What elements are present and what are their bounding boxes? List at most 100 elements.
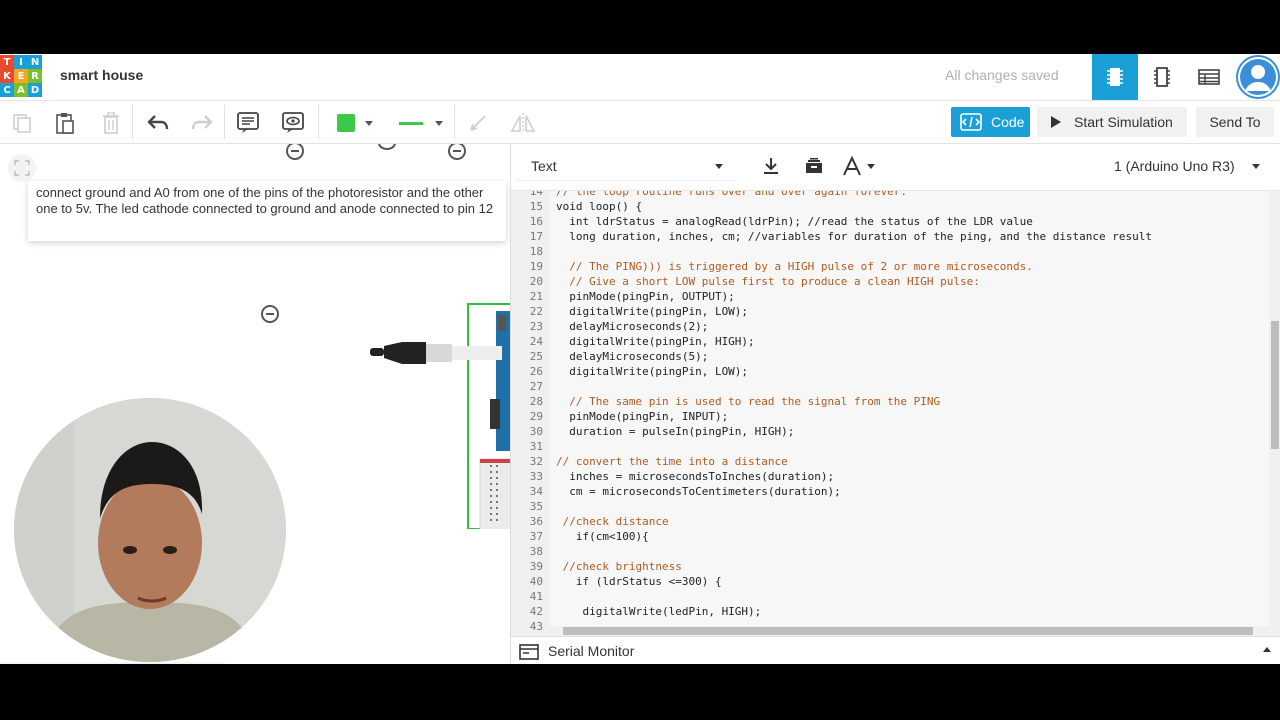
code-line[interactable]: 18 (511, 244, 1269, 259)
download-code-button[interactable] (759, 153, 783, 179)
fit-view-button[interactable] (8, 154, 36, 182)
code-text: delayMicroseconds(2); (556, 320, 709, 333)
code-editor[interactable]: 14 // the loop routine runs over and over… (511, 191, 1269, 636)
wire-color-picker[interactable] (330, 110, 380, 136)
code-text: if (ldrStatus <=300) { (556, 575, 722, 588)
line-number: 27 (529, 380, 543, 393)
code-line[interactable]: 16 int ldrStatus = analogRead(ldrPin); /… (511, 214, 1269, 229)
logo-letter: T (0, 55, 14, 69)
chevron-down-icon (867, 163, 875, 169)
code-line[interactable]: 17 long duration, inches, cm; //variable… (511, 229, 1269, 244)
project-title[interactable]: smart house (60, 67, 143, 83)
delete-button[interactable] (98, 110, 124, 136)
toolbar-divider (224, 105, 225, 139)
code-line[interactable]: 41 (511, 589, 1269, 604)
circuit-view-button[interactable] (1092, 54, 1138, 100)
serial-monitor-bar[interactable]: Serial Monitor (511, 636, 1280, 664)
redo-icon (191, 115, 213, 130)
code-line[interactable]: 29 pinMode(pingPin, INPUT); (511, 409, 1269, 424)
code-mode-select[interactable]: Text (517, 151, 737, 181)
send-to-button[interactable]: Send To (1196, 107, 1274, 137)
circuit-note[interactable]: connect ground and A0 from one of the pi… (28, 181, 506, 241)
code-line[interactable]: 25 delayMicroseconds(5); (511, 349, 1269, 364)
code-text: delayMicroseconds(5); (556, 350, 709, 363)
code-line[interactable]: 30 duration = pulseIn(pingPin, HIGH); (511, 424, 1269, 439)
vertical-scroll-thumb[interactable] (1271, 321, 1279, 449)
code-line[interactable]: 33 inches = microsecondsToInches(duratio… (511, 469, 1269, 484)
rotate-button[interactable] (465, 110, 491, 136)
paste-button[interactable] (52, 110, 78, 136)
code-line[interactable]: 28 // The same pin is used to read the s… (511, 394, 1269, 409)
code-line[interactable]: 19 // The PING))) is triggered by a HIGH… (511, 259, 1269, 274)
serial-monitor-icon (519, 644, 539, 660)
code-line[interactable]: 39 //check brightness (511, 559, 1269, 574)
code-button[interactable]: Code (951, 107, 1030, 137)
line-number: 39 (529, 560, 543, 573)
device-select[interactable]: 1 (Arduino Uno R3) (1099, 151, 1274, 181)
vertical-scrollbar[interactable] (1269, 191, 1280, 636)
user-icon (1238, 57, 1278, 97)
line-number: 37 (529, 530, 543, 543)
code-line[interactable]: 32 // convert the time into a distance (511, 454, 1269, 469)
code-panel-header: Text 1 (Arduino Uno R3) (511, 144, 1280, 191)
code-line[interactable]: 22 digitalWrite(pingPin, LOW); (511, 304, 1269, 319)
toggle-notes-visibility-button[interactable] (280, 110, 306, 136)
line-number: 15 (529, 200, 543, 213)
start-simulation-button[interactable]: Start Simulation (1037, 107, 1187, 137)
user-avatar[interactable] (1236, 55, 1280, 99)
usb-cable (370, 342, 502, 364)
tinkercad-logo[interactable]: TINKERCAD (0, 55, 42, 97)
code-text: // Give a short LOW pulse first to produ… (556, 275, 980, 288)
code-line[interactable]: 34 cm = microsecondsToCentimeters(durati… (511, 484, 1269, 499)
code-line[interactable]: 24 digitalWrite(pingPin, HIGH); (511, 334, 1269, 349)
collapse-note-icon[interactable] (378, 144, 396, 150)
code-text: long duration, inches, cm; //variables f… (556, 230, 1153, 243)
toolbar-divider (132, 105, 133, 139)
undo-button[interactable] (145, 110, 171, 136)
code-line[interactable]: 21 pinMode(pingPin, OUTPUT); (511, 289, 1269, 304)
code-line[interactable]: 27 (511, 379, 1269, 394)
font-size-button[interactable] (841, 153, 883, 179)
notes-button[interactable] (235, 110, 261, 136)
flip-button[interactable] (510, 110, 536, 136)
code-line[interactable]: 20 // Give a short LOW pulse first to pr… (511, 274, 1269, 289)
wire-type-picker[interactable] (395, 110, 447, 136)
code-line[interactable]: 14 // the loop routine runs over and over… (511, 191, 1269, 199)
code-text: void loop() { (556, 200, 643, 213)
code-line[interactable]: 42 digitalWrite(ledPin, HIGH); (511, 604, 1269, 619)
code-text: //check brightness (556, 560, 682, 573)
code-line[interactable]: 31 (511, 439, 1269, 454)
code-line[interactable]: 40 if (ldrStatus <=300) { (511, 574, 1269, 589)
code-line[interactable]: 36 //check distance (511, 514, 1269, 529)
redo-button[interactable] (189, 110, 215, 136)
code-line[interactable]: 26 digitalWrite(pingPin, LOW); (511, 364, 1269, 379)
line-number: 35 (529, 500, 543, 513)
tinkercad-app: TINKERCAD smart house All changes saved (0, 54, 1280, 664)
logo-letter: C (0, 83, 14, 97)
logo-letter: R (28, 69, 42, 83)
code-text: duration = pulseIn(pingPin, HIGH); (556, 425, 795, 438)
code-line[interactable]: 15 void loop() { (511, 199, 1269, 214)
collapse-note-icon[interactable] (448, 144, 466, 160)
code-text: // the loop routine runs over and over a… (556, 191, 907, 198)
code-line[interactable]: 38 (511, 544, 1269, 559)
logo-letter: D (28, 83, 42, 97)
component-list-button[interactable] (1186, 54, 1232, 100)
code-line[interactable]: 35 (511, 499, 1269, 514)
code-text: digitalWrite(pingPin, HIGH); (556, 335, 755, 348)
schematic-view-button[interactable] (1139, 54, 1185, 100)
horizontal-scroll-thumb[interactable] (563, 627, 1253, 635)
chip-icon (1154, 67, 1170, 87)
code-line[interactable]: 23 delayMicroseconds(2); (511, 319, 1269, 334)
fit-icon (14, 160, 30, 176)
horizontal-scrollbar[interactable] (549, 626, 1269, 636)
chevron-down-icon (435, 120, 443, 126)
copy-button[interactable] (9, 110, 35, 136)
arduino-board[interactable] (460, 299, 510, 529)
library-button[interactable] (801, 153, 827, 179)
collapse-note-icon[interactable] (261, 305, 279, 323)
chevron-up-icon[interactable] (1263, 647, 1271, 652)
collapse-note-icon[interactable] (286, 144, 304, 160)
logo-letter: E (14, 69, 28, 83)
code-line[interactable]: 37 if(cm<100){ (511, 529, 1269, 544)
